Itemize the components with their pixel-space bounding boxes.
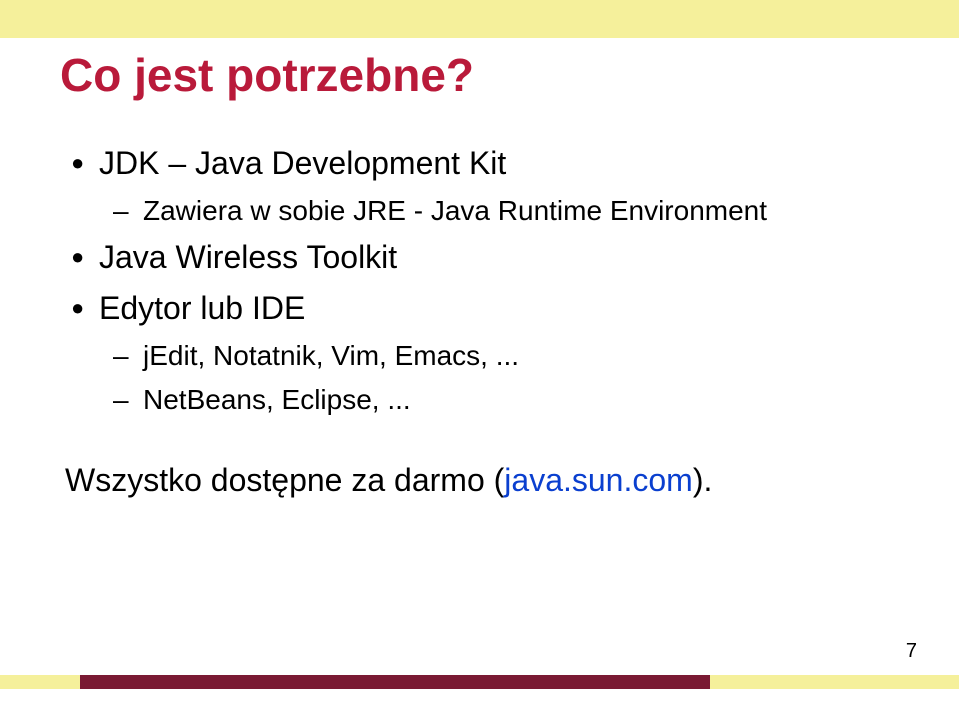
bullet-wireless-toolkit: Java Wireless Toolkit bbox=[65, 234, 899, 280]
footer-prefix: Wszystko dostępne za darmo ( bbox=[65, 462, 504, 498]
subbullet-ides: NetBeans, Eclipse, ... bbox=[65, 379, 899, 421]
top-band bbox=[0, 0, 959, 38]
bullet-editor-ide: Edytor lub IDE bbox=[65, 285, 899, 331]
footer-link[interactable]: java.sun.com bbox=[504, 462, 693, 498]
bottom-bar-maroon bbox=[80, 675, 710, 689]
slide: Co jest potrzebne? JDK – Java Developmen… bbox=[0, 0, 959, 719]
subbullet-editors: jEdit, Notatnik, Vim, Emacs, ... bbox=[65, 335, 899, 377]
spacer bbox=[65, 423, 899, 457]
bullet-jdk: JDK – Java Development Kit bbox=[65, 140, 899, 186]
bottom-bar bbox=[0, 675, 959, 689]
footer-sentence: Wszystko dostępne za darmo (java.sun.com… bbox=[65, 457, 899, 503]
slide-title: Co jest potrzebne? bbox=[60, 48, 474, 102]
footer-suffix: ). bbox=[693, 462, 713, 498]
content-area: JDK – Java Development Kit Zawiera w sob… bbox=[65, 140, 899, 504]
page-number: 7 bbox=[906, 640, 917, 663]
subbullet-jre: Zawiera w sobie JRE - Java Runtime Envir… bbox=[65, 190, 899, 232]
